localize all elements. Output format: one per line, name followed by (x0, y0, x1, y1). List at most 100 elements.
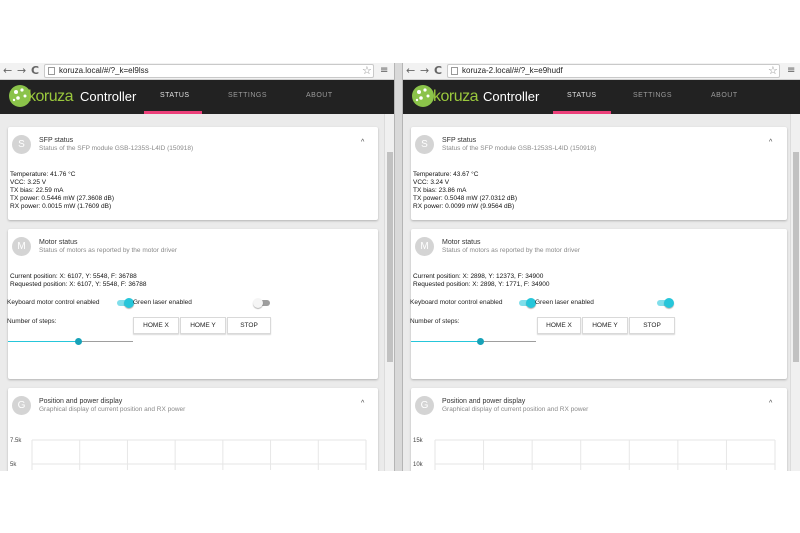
keyboard-control-label: Keyboard motor control enabled (7, 299, 100, 306)
green-laser-toggle[interactable] (656, 298, 674, 308)
sfp-avatar: S (415, 135, 434, 154)
scrollbar[interactable] (790, 114, 800, 471)
home-x-button[interactable]: HOME X (133, 317, 179, 334)
tab-status[interactable]: STATUS (567, 92, 597, 99)
y-tick-label: 5k (10, 462, 17, 468)
scrollbar[interactable] (384, 114, 394, 471)
keyboard-control-label: Keyboard motor control enabled (410, 299, 503, 306)
url-text: koruza.local/#/?_k=el9lss (59, 66, 149, 75)
motor-requested-position: Requested position: X: 2898, Y: 1771, F:… (413, 281, 550, 288)
home-y-button[interactable]: HOME Y (180, 317, 226, 334)
position-avatar: G (415, 396, 434, 415)
position-subtitle: Graphical display of current position an… (39, 406, 186, 413)
green-laser-label: Green laser enabled (133, 299, 192, 306)
forward-icon[interactable]: → (17, 64, 26, 78)
sfp-tx-bias: TX bias: 22.59 mA (10, 187, 64, 194)
stop-button[interactable]: STOP (227, 317, 271, 334)
address-bar: ← → C koruza-2.local/#/?_k=e9hudf ☆ ≡ (403, 63, 800, 80)
back-icon[interactable]: ← (406, 64, 415, 78)
tab-about[interactable]: ABOUT (711, 92, 738, 99)
sfp-vcc: VCC: 3.25 V (10, 179, 47, 186)
position-title: Position and power display (39, 398, 123, 405)
sfp-temperature: Temperature: 43.67 °C (413, 171, 479, 178)
keyboard-control-toggle[interactable] (518, 298, 536, 308)
tab-status[interactable]: STATUS (160, 92, 190, 99)
home-x-button[interactable]: HOME X (537, 317, 581, 334)
motor-current-position: Current position: X: 6107, Y: 5548, F: 3… (10, 273, 137, 280)
collapse-chevron-icon[interactable]: ^ (361, 400, 364, 407)
green-laser-label: Green laser enabled (535, 299, 594, 306)
sfp-status-card: S SFP status Status of the SFP module GS… (411, 127, 787, 220)
position-power-card: G Position and power display Graphical d… (411, 388, 787, 471)
tab-about[interactable]: ABOUT (306, 92, 333, 99)
sfp-temperature: Temperature: 41.76 °C (10, 171, 76, 178)
sfp-title: SFP status (39, 137, 74, 144)
home-y-button[interactable]: HOME Y (582, 317, 628, 334)
active-tab-indicator (553, 111, 611, 114)
sfp-title: SFP status (442, 137, 477, 144)
sfp-subtitle: Status of the SFP module GSB-1235S-L4ID … (39, 145, 194, 152)
motor-requested-position: Requested position: X: 6107, Y: 5548, F:… (10, 281, 147, 288)
position-title: Position and power display (442, 398, 526, 405)
sfp-rx-power: RX power: 0.0099 mW (9.9564 dB) (413, 203, 515, 210)
sfp-rx-power: RX power: 0.0015 mW (1.7609 dB) (10, 203, 112, 210)
address-bar: ← → C koruza.local/#/?_k=el9lss ☆ ≡ (0, 63, 394, 80)
motor-current-position: Current position: X: 2898, Y: 12373, F: … (413, 273, 544, 280)
active-tab-indicator (144, 111, 202, 114)
brand-name: koruza (28, 88, 74, 105)
motor-title: Motor status (442, 239, 481, 246)
forward-icon[interactable]: → (420, 64, 429, 78)
green-laser-toggle[interactable] (253, 298, 271, 308)
sfp-status-card: S SFP status Status of the SFP module GS… (8, 127, 378, 220)
browser-menu-icon[interactable]: ≡ (787, 65, 795, 77)
y-tick-label: 15k (413, 438, 424, 444)
y-tick-label: 7.5k (10, 438, 22, 444)
url-input[interactable]: koruza-2.local/#/?_k=e9hudf (447, 64, 780, 78)
bookmark-star-icon[interactable]: ☆ (768, 64, 778, 78)
page-icon (48, 67, 55, 75)
reload-icon[interactable]: C (434, 64, 442, 78)
back-icon[interactable]: ← (3, 64, 12, 78)
steps-slider[interactable] (411, 338, 536, 345)
y-tick-label: 10k (413, 462, 424, 468)
motor-title: Motor status (39, 239, 78, 246)
position-power-card: G Position and power display Graphical d… (8, 388, 378, 471)
position-subtitle: Graphical display of current position an… (442, 406, 589, 413)
motor-subtitle: Status of motors as reported by the moto… (39, 247, 178, 254)
sfp-tx-bias: TX bias: 23.86 mA (413, 187, 467, 194)
motor-avatar: M (415, 237, 434, 256)
keyboard-control-toggle[interactable] (116, 298, 134, 308)
reload-icon[interactable]: C (31, 64, 39, 78)
stop-button[interactable]: STOP (629, 317, 675, 334)
position-plot: 7.5k 5k (10, 438, 367, 470)
tab-settings[interactable]: SETTINGS (228, 92, 267, 99)
page-icon (451, 67, 458, 75)
collapse-chevron-icon[interactable]: ^ (769, 400, 772, 407)
collapse-chevron-icon[interactable]: ^ (361, 139, 364, 146)
position-avatar: G (12, 396, 31, 415)
brand-name: koruza (433, 88, 479, 105)
sfp-tx-power: TX power: 0.5048 mW (27.0312 dB) (413, 195, 518, 202)
scrollbar-thumb[interactable] (387, 152, 393, 362)
sfp-subtitle: Status of the SFP module GSB-1253S-L4ID … (442, 145, 597, 152)
app-navbar: koruza Controller STATUS SETTINGS ABOUT (0, 80, 394, 114)
tab-settings[interactable]: SETTINGS (633, 92, 672, 99)
app-title: Controller (80, 89, 137, 104)
browser-window-left: ← → C koruza.local/#/?_k=el9lss ☆ ≡ koru… (0, 63, 394, 471)
url-text: koruza-2.local/#/?_k=e9hudf (462, 66, 563, 75)
motor-subtitle: Status of motors as reported by the moto… (442, 247, 581, 254)
motor-status-card: M Motor status Status of motors as repor… (7, 229, 378, 379)
browser-menu-icon[interactable]: ≡ (380, 65, 388, 77)
steps-label: Number of steps: (410, 318, 460, 325)
app-title: Controller (483, 89, 540, 104)
bookmark-star-icon[interactable]: ☆ (362, 64, 372, 78)
window-split-divider[interactable] (394, 63, 403, 471)
steps-label: Number of steps: (7, 318, 57, 325)
steps-slider[interactable] (8, 338, 133, 345)
browser-window-right: ← → C koruza-2.local/#/?_k=e9hudf ☆ ≡ ko… (403, 63, 800, 471)
url-input[interactable]: koruza.local/#/?_k=el9lss (44, 64, 374, 78)
collapse-chevron-icon[interactable]: ^ (769, 139, 772, 146)
app-navbar: koruza Controller STATUS SETTINGS ABOUT (403, 80, 800, 114)
scrollbar-thumb[interactable] (793, 152, 799, 362)
sfp-tx-power: TX power: 0.5446 mW (27.3608 dB) (10, 195, 115, 202)
